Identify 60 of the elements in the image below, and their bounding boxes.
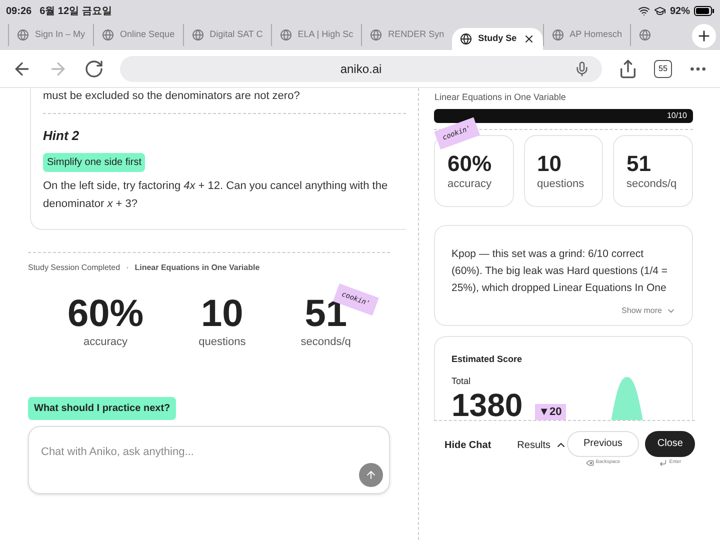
score-title: Estimated Score [451, 352, 524, 366]
stat-value: 60% [68, 294, 144, 334]
chat-field[interactable]: Chat with Aniko, ask anything... [41, 444, 378, 460]
globe-icon [639, 29, 652, 41]
globe-icon [280, 29, 292, 41]
status-time: 09:26 [6, 4, 32, 18]
share-icon[interactable] [618, 58, 638, 78]
session-topic: Linear Equations in One Variable [134, 262, 260, 274]
globe-icon [17, 29, 29, 41]
backspace-icon [586, 458, 594, 466]
previous-button[interactable]: Previous [566, 430, 640, 456]
chat-input[interactable]: Chat with Aniko, ask anything... [28, 426, 390, 494]
stat-value: 51 [626, 152, 652, 176]
stat-label: questions [536, 176, 586, 192]
results-button[interactable]: Results [517, 438, 567, 452]
browser-tab[interactable]: Study Se [452, 28, 543, 50]
hint-tag: Simplify one side first [43, 153, 146, 172]
hide-chat-button[interactable]: Hide Chat [444, 438, 492, 452]
reload-icon[interactable] [84, 58, 104, 78]
enter-icon [659, 458, 668, 466]
score-change: ▼20 [534, 404, 566, 420]
stat-label: accuracy [447, 176, 493, 192]
send-button[interactable] [359, 462, 384, 486]
stat-label: accuracy [84, 335, 128, 350]
new-tab-button[interactable] [692, 24, 716, 48]
plus-icon [696, 28, 712, 44]
globe-icon [370, 29, 382, 41]
battery-percent: 92% [670, 4, 690, 18]
tab-count-button[interactable]: 55 [654, 60, 672, 78]
battery-icon [694, 6, 714, 16]
summary-text: Kpop — this set was a grind: 6/10 correct (60%). The big leak was Hard questions (1/4 = 25%), which dropped Linear Equations In One [451, 246, 669, 296]
score-label: Total [451, 375, 472, 388]
status-date: 6월 12일 금요일 [40, 4, 112, 18]
stat-label: seconds/q [626, 176, 678, 192]
score-value: 1380 [451, 388, 523, 420]
session-label: Study Session Completed [28, 262, 120, 274]
address-bar[interactable]: aniko.ai [120, 56, 602, 82]
hint-title: Hint 2 [43, 126, 80, 144]
stat-value: 10 [536, 152, 562, 176]
globe-icon [460, 33, 472, 45]
microphone-icon[interactable] [574, 60, 590, 76]
question-text: must be excluded so the denominators are not zero? [43, 88, 406, 114]
progress-reading: 10/10 [666, 110, 687, 122]
stat-value: 10 [201, 294, 244, 334]
separator: · [126, 262, 129, 274]
stat-label: questions [198, 335, 246, 350]
globe-icon [552, 29, 564, 41]
globe-icon [102, 29, 114, 41]
graduation-cap-icon [654, 5, 666, 17]
score-distribution-drawing [611, 376, 644, 420]
hint-text: On the left side, try factoring 4x + 12. Can you cancel anything with the denominator x + 3? [43, 179, 389, 212]
arrow-up-icon [365, 468, 378, 480]
stat-label: seconds/q [300, 335, 351, 350]
close-icon [522, 33, 535, 45]
globe-icon [192, 29, 204, 41]
show-more-button[interactable]: Show more [622, 304, 676, 316]
results-topic: Linear Equations in One Variable [434, 91, 567, 104]
suggestion-chip[interactable]: What should I practice next? [28, 396, 176, 420]
stat-value: 60% [447, 152, 493, 176]
close-button[interactable]: Close [645, 430, 695, 456]
